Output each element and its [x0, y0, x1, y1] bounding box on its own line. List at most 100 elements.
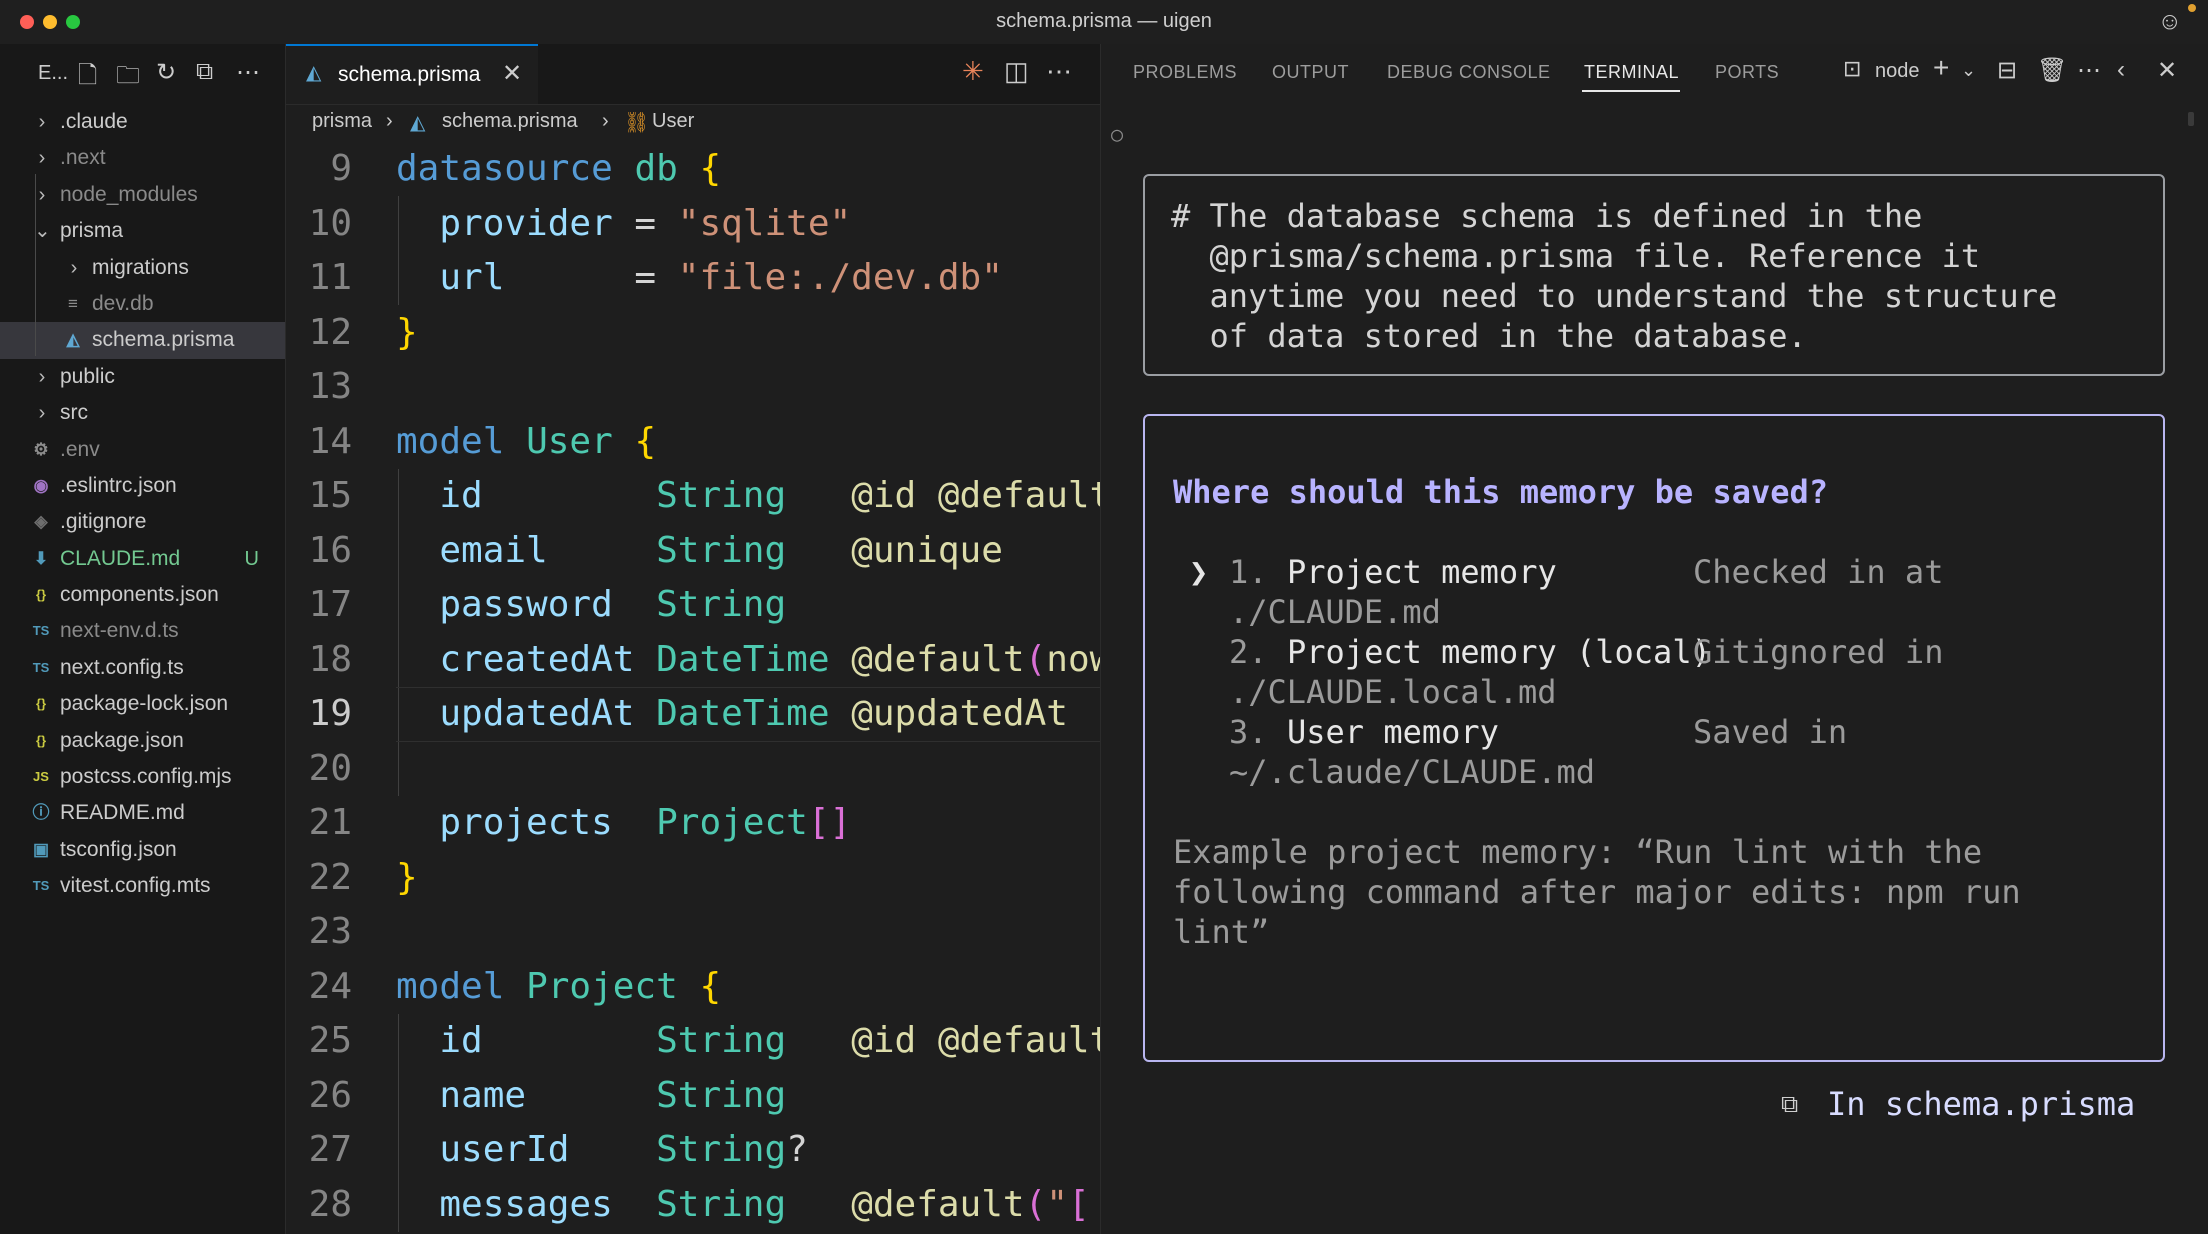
explorer-item[interactable]: › public [0, 359, 285, 395]
explorer-item[interactable]: TS next-env.d.ts [0, 613, 285, 649]
code-line[interactable]: 16 email String @unique [286, 524, 1100, 579]
code-token: "sqlite" [677, 202, 852, 244]
code-line[interactable]: 21 projects Project[] [286, 796, 1100, 851]
code-line[interactable]: 15 id String @id @default [286, 469, 1100, 524]
breadcrumb-item-file[interactable]: schema.prisma [442, 110, 578, 133]
split-editor-icon[interactable]: ◫ [1004, 56, 1029, 87]
option-label: Project memory (local) [1287, 633, 1711, 671]
explorer-item[interactable]: › node_modules [0, 177, 285, 213]
chevron-right-icon[interactable]: › [66, 250, 82, 286]
explorer-item[interactable]: JS postcss.config.mjs [0, 759, 285, 795]
prompt-circle-icon: ○ [1111, 122, 1124, 146]
new-terminal-icon[interactable]: + [1933, 52, 1949, 84]
window-title: schema.prisma — uigen [996, 10, 1212, 32]
breadcrumb-item-prisma[interactable]: prisma [312, 110, 372, 133]
chevron-right-icon[interactable]: › [34, 177, 50, 213]
new-folder-icon[interactable]: 🗀 [116, 58, 140, 99]
code-line[interactable]: 18 createdAt DateTime @default(now [286, 633, 1100, 688]
chevron-left-icon[interactable]: ‹ [2117, 56, 2125, 84]
explorer-item[interactable]: › src [0, 395, 285, 431]
chevron-down-icon[interactable]: ⌄ [1961, 60, 1976, 81]
line-number: 12 [308, 311, 352, 353]
trash-icon[interactable]: 🗑 [2037, 56, 2067, 85]
refresh-icon[interactable]: ↻ [156, 58, 176, 87]
code-line[interactable]: 10 provider = "sqlite" [286, 197, 1100, 252]
code-line[interactable]: 17 password String [286, 578, 1100, 633]
explorer-item-label: README.md [60, 801, 185, 825]
code-line[interactable]: 26 name String [286, 1069, 1100, 1124]
explorer-item[interactable]: {} components.json [0, 577, 285, 613]
explorer-item[interactable]: TS vitest.config.mts [0, 868, 285, 904]
code-line[interactable]: 23 [286, 905, 1100, 960]
code-line[interactable]: 28 messages String @default("[ [286, 1178, 1100, 1233]
explorer-item[interactable]: ◉ .eslintrc.json [0, 468, 285, 504]
more-actions-icon[interactable]: ⋯ [1046, 56, 1072, 87]
chevron-right-icon[interactable]: › [34, 359, 50, 395]
more-actions-icon[interactable]: ⋯ [236, 58, 260, 87]
explorer-item[interactable]: ◭ schema.prisma [0, 322, 285, 359]
breadcrumb-item-symbol[interactable]: User [652, 110, 694, 133]
code-line[interactable]: 25 id String @id @default [286, 1014, 1100, 1069]
more-actions-icon[interactable]: ⋯ [2077, 56, 2101, 85]
chevron-right-icon[interactable]: › [34, 395, 50, 431]
code-line[interactable]: 19 updatedAt DateTime @updatedAt [286, 687, 1100, 742]
line-number: 13 [308, 366, 352, 407]
close-tab-icon[interactable]: ✕ [502, 59, 522, 88]
tab-debug-console[interactable]: DEBUG CONSOLE [1387, 62, 1551, 83]
terminal-name[interactable]: node [1875, 60, 1920, 83]
explorer-item[interactable]: {} package.json [0, 723, 285, 759]
explorer-item-label: .gitignore [60, 510, 147, 534]
code-token: ? [786, 1129, 808, 1170]
copilot-icon[interactable]: ☺ [2157, 8, 2182, 36]
code-token: name [439, 1074, 527, 1116]
split-terminal-icon[interactable]: ⊟ [1997, 56, 2017, 85]
close-panel-icon[interactable]: ✕ [2157, 56, 2177, 85]
code-token: @updatedAt [851, 693, 1068, 734]
chevron-right-icon[interactable]: › [34, 104, 50, 140]
chevron-down-icon[interactable]: ⌄ [34, 213, 51, 249]
line-number: 10 [308, 202, 352, 244]
code-line[interactable]: 11 url = "file:./dev.db" [286, 251, 1100, 306]
selection-cursor-icon: ❯ [1189, 553, 1209, 591]
code-line[interactable]: 27 userId String? [286, 1123, 1100, 1178]
tab-problems[interactable]: PROBLEMS [1133, 62, 1237, 83]
tab-output[interactable]: OUTPUT [1272, 62, 1349, 83]
explorer-item[interactable]: ⚙ .env [0, 432, 285, 468]
explorer-item[interactable]: ▣ tsconfig.json [0, 832, 285, 868]
code-line[interactable]: 22} [286, 851, 1100, 906]
code-editor[interactable]: 9 datasource db {10 provider = "sqlite" 11… [286, 142, 1100, 1232]
terminal-scrollbar[interactable] [2188, 112, 2194, 126]
tab-terminal[interactable]: TERMINAL [1584, 62, 1679, 83]
code-line[interactable]: 13 [286, 360, 1100, 415]
collapse-all-icon[interactable]: ⧉ [196, 58, 213, 86]
line-text: createdAt DateTime @default(now [396, 633, 1100, 688]
explorer-item[interactable]: TS next.config.ts [0, 650, 285, 686]
claude-spark-icon[interactable]: ✳ [962, 56, 984, 87]
code-line[interactable]: 9 datasource db { [286, 142, 1100, 197]
tab-schema-prisma[interactable]: ◭ schema.prisma ✕ [286, 44, 538, 104]
code-line[interactable]: 20 [286, 742, 1100, 797]
explorer-item[interactable]: ≡ dev.db [0, 286, 285, 322]
code-line[interactable]: 14 model User { [286, 415, 1100, 470]
explorer-item[interactable]: {} package-lock.json [0, 686, 285, 722]
explorer-item[interactable]: › .claude [0, 104, 285, 140]
chevron-right-icon[interactable]: › [34, 140, 50, 176]
explorer-item[interactable]: › migrations [0, 250, 285, 286]
explorer-item[interactable]: ⓘ README.md [0, 795, 285, 831]
explorer-item[interactable]: › .next [0, 140, 285, 176]
new-file-icon[interactable]: 🗋 [78, 58, 97, 99]
code-line[interactable]: 24 model Project { [286, 960, 1100, 1015]
line-text: name String [396, 1069, 786, 1124]
markdown-download-icon: ⬇ [33, 548, 49, 568]
tab-ports[interactable]: PORTS [1715, 62, 1779, 83]
explorer-item[interactable]: ⌄ prisma [0, 213, 285, 249]
explorer-item[interactable]: ◈ .gitignore [0, 504, 285, 540]
explorer-item[interactable]: ⬇ CLAUDE.md U [0, 541, 285, 577]
code-line[interactable]: 12} [286, 306, 1100, 361]
